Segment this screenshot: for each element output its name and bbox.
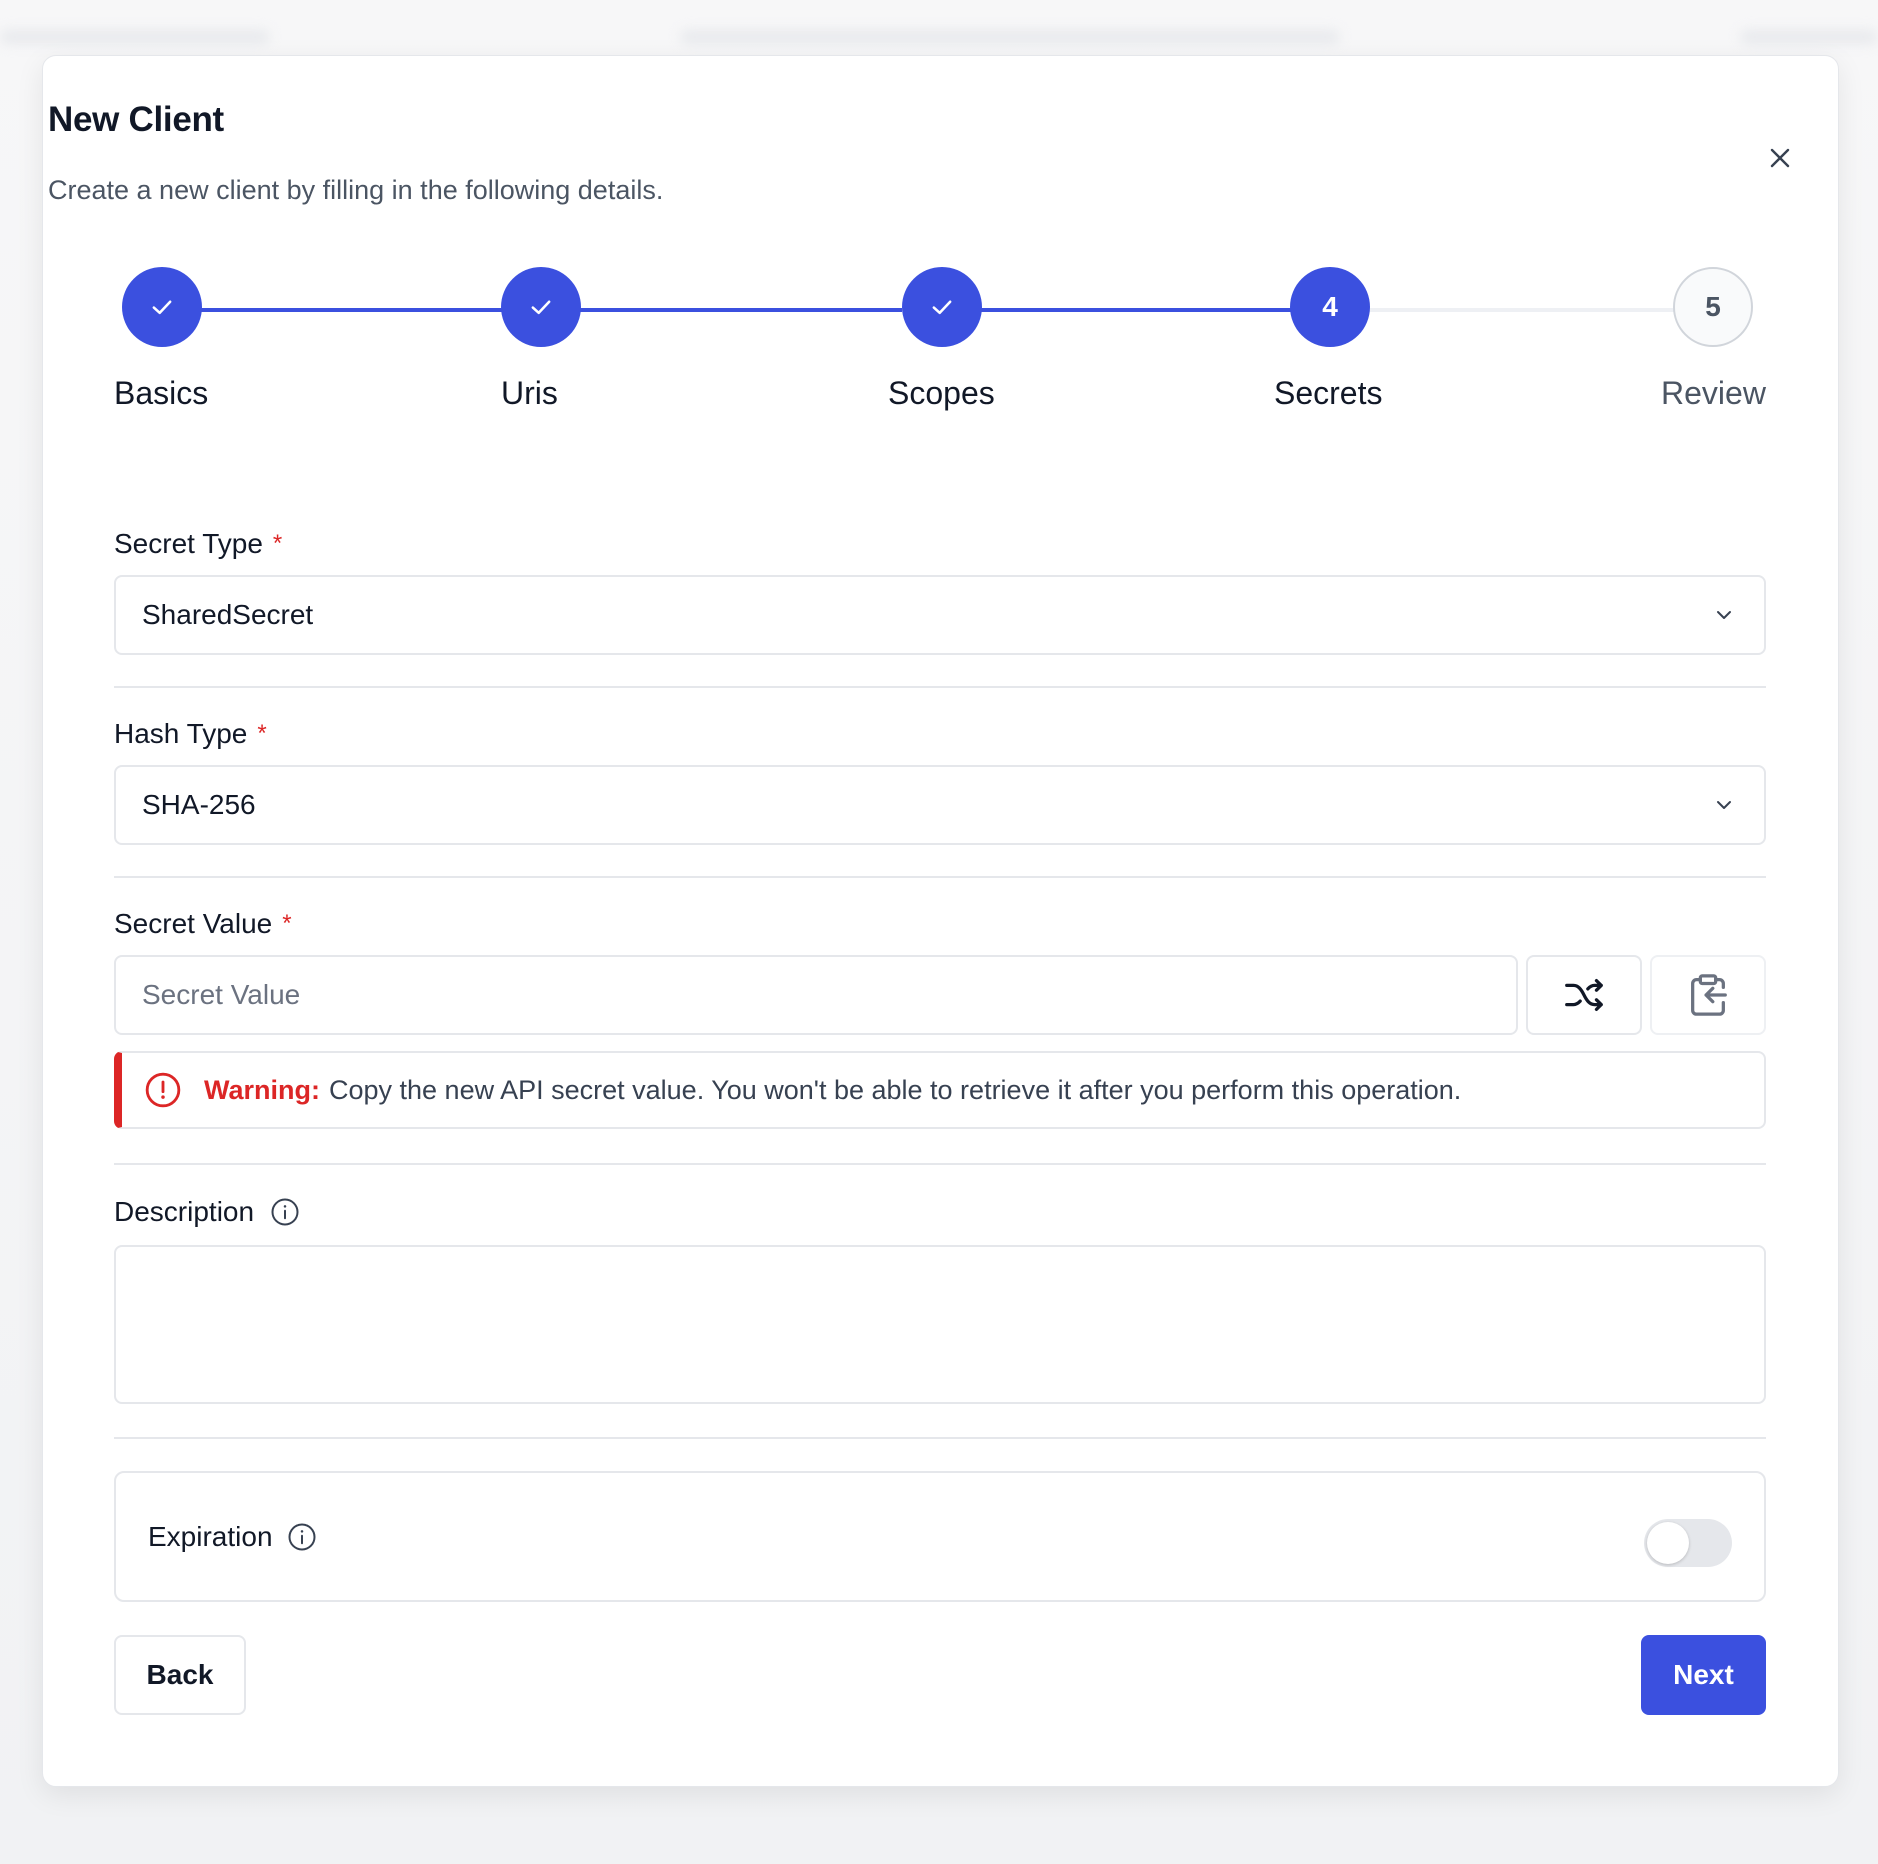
step-2-indicator[interactable] — [501, 267, 581, 347]
step-connector — [200, 308, 502, 312]
check-icon — [152, 300, 172, 315]
info-icon[interactable] — [270, 1197, 300, 1227]
blurred-background-text — [680, 30, 1340, 44]
step-number: 5 — [1705, 291, 1721, 322]
secret-type-label: Secret Type * — [114, 528, 282, 560]
description-label: Description — [114, 1196, 300, 1228]
description-label-text: Description — [114, 1196, 255, 1227]
info-icon[interactable] — [287, 1522, 317, 1552]
step-label-scopes: Scopes — [888, 375, 995, 411]
secret-type-label-text: Secret Type — [114, 528, 263, 559]
next-button[interactable]: Next — [1641, 1635, 1766, 1715]
step-3-indicator[interactable] — [902, 267, 982, 347]
hash-type-value: SHA-256 — [142, 789, 256, 820]
step-label-review: Review — [1661, 375, 1766, 411]
step-connector — [580, 308, 902, 312]
step-connector — [1370, 308, 1674, 312]
secret-type-value: SharedSecret — [142, 599, 314, 630]
hash-type-label: Hash Type * — [114, 718, 267, 750]
chevron-down-icon — [1717, 801, 1731, 809]
close-icon — [1770, 148, 1790, 168]
shuffle-icon — [1565, 978, 1603, 1012]
alert-circle-icon — [145, 1072, 181, 1108]
toggle-knob — [1647, 1522, 1689, 1564]
required-marker: * — [282, 910, 292, 937]
secret-value-input[interactable] — [114, 955, 1518, 1035]
dialog-title: New Client — [48, 100, 224, 139]
section-divider — [114, 876, 1766, 878]
step-label-basics: Basics — [114, 375, 209, 411]
warning-label: Warning: — [204, 1074, 320, 1105]
hash-type-label-text: Hash Type — [114, 718, 248, 749]
hash-type-select[interactable]: SHA-256 — [114, 765, 1766, 845]
step-label-uris: Uris — [501, 375, 558, 411]
expiration-card: Expiration — [114, 1471, 1766, 1602]
step-5-indicator[interactable]: 5 — [1673, 267, 1753, 347]
section-divider — [114, 686, 1766, 688]
secret-value-label: Secret Value * — [114, 908, 292, 940]
check-icon — [932, 300, 952, 315]
section-divider — [114, 1437, 1766, 1439]
expiration-label-text: Expiration — [148, 1521, 273, 1552]
section-divider — [114, 1163, 1766, 1165]
step-connector — [980, 308, 1292, 312]
secret-value-label-text: Secret Value — [114, 908, 273, 939]
step-1-indicator[interactable] — [122, 267, 202, 347]
blurred-background-text — [0, 30, 270, 44]
step-label-secrets: Secrets — [1274, 375, 1383, 411]
dialog-subtitle: Create a new client by filling in the fo… — [48, 175, 664, 205]
step-4-indicator[interactable]: 4 — [1290, 267, 1370, 347]
description-textarea[interactable] — [114, 1245, 1766, 1404]
blurred-background-text — [1740, 30, 1878, 44]
required-marker: * — [272, 530, 283, 557]
secret-type-select[interactable]: SharedSecret — [114, 575, 1766, 655]
step-number: 4 — [1322, 291, 1338, 322]
clipboard-copy-icon — [1691, 974, 1727, 1016]
chevron-down-icon — [1717, 611, 1731, 619]
copy-secret-button[interactable] — [1650, 955, 1766, 1035]
secret-warning-alert: Warning: Copy the new API secret value. … — [114, 1051, 1766, 1129]
generate-secret-button[interactable] — [1526, 955, 1642, 1035]
expiration-label: Expiration — [148, 1521, 317, 1553]
expiration-toggle[interactable] — [1644, 1519, 1732, 1567]
warning-text: Copy the new API secret value. You won't… — [328, 1074, 1462, 1105]
check-icon — [531, 300, 551, 315]
required-marker: * — [257, 720, 267, 747]
close-button[interactable] — [1760, 138, 1800, 178]
back-button[interactable]: Back — [114, 1635, 246, 1715]
